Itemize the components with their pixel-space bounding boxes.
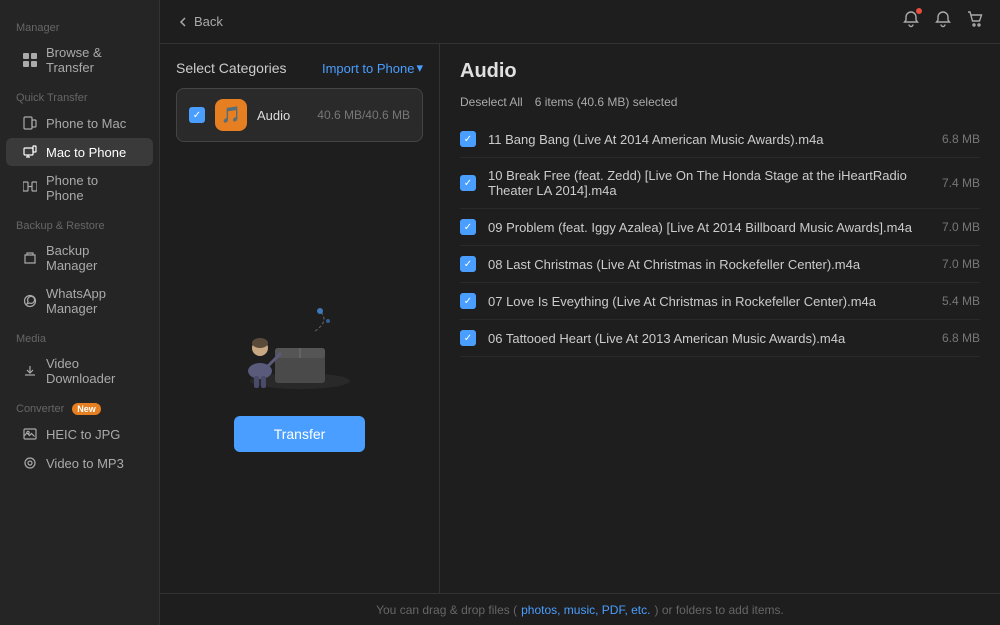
download-icon [22, 363, 38, 379]
section-label-media: Media [0, 323, 159, 349]
file-name-1: 10 Break Free (feat. Zedd) [Live On The … [488, 168, 918, 198]
categories-panel: Select Categories Import to Phone ▾ ✓ 🎵 … [160, 44, 440, 593]
file-item: ✓ 06 Tattooed Heart (Live At 2013 Americ… [460, 320, 980, 357]
sidebar-item-label: HEIC to JPG [46, 427, 120, 442]
category-name: Audio [257, 108, 307, 123]
file-size-2: 7.0 MB [930, 220, 980, 234]
section-label-converter: Converter New [0, 393, 159, 419]
file-size-5: 6.8 MB [930, 331, 980, 345]
audio-panel-title: Audio [460, 60, 980, 83]
import-btn-label: Import to Phone [322, 61, 415, 76]
sidebar-section-manager: Manager Browse & Transfer [0, 12, 159, 82]
back-label: Back [194, 14, 223, 29]
mac-phone-icon [22, 144, 38, 160]
file-name-5: 06 Tattooed Heart (Live At 2013 American… [488, 331, 918, 346]
sidebar-item-phone-to-phone[interactable]: Phone to Phone [6, 167, 153, 209]
file-item: ✓ 07 Love Is Eveything (Live At Christma… [460, 283, 980, 320]
sidebar-item-label: Backup Manager [46, 243, 137, 273]
audio-icon-circle: 🎵 [215, 99, 247, 131]
files-toolbar: Deselect All 6 items (40.6 MB) selected [460, 95, 980, 109]
sidebar-item-video-to-mp3[interactable]: Video to MP3 [6, 449, 153, 477]
file-name-4: 07 Love Is Eveything (Live At Christmas … [488, 294, 918, 309]
categories-header: Select Categories Import to Phone ▾ [176, 60, 423, 76]
file-name-3: 08 Last Christmas (Live At Christmas in … [488, 257, 918, 272]
audio-checkbox[interactable]: ✓ [189, 107, 205, 123]
category-size: 40.6 MB/40.6 MB [317, 108, 410, 122]
sidebar-section-converter: Converter New HEIC to JPG Video to MP3 [0, 393, 159, 478]
main-area: Back [160, 0, 1000, 625]
topbar: Back [160, 0, 1000, 44]
file-name-2: 09 Problem (feat. Iggy Azalea) [Live At … [488, 220, 918, 235]
section-label-manager: Manager [0, 12, 159, 38]
sidebar-section-media: Media Video Downloader [0, 323, 159, 393]
section-label-backup: Backup & Restore [0, 210, 159, 236]
file-checkbox-2[interactable]: ✓ [460, 219, 476, 235]
illustration-area: Transfer [176, 150, 423, 577]
bottom-bar: You can drag & drop files ( photos, musi… [160, 593, 1000, 625]
deselect-all-button[interactable]: Deselect All [460, 95, 523, 109]
bell-icon[interactable] [934, 10, 952, 33]
sidebar-item-heic-to-jpg[interactable]: HEIC to JPG [6, 420, 153, 448]
topbar-icons [902, 10, 984, 33]
transfer-button[interactable]: Transfer [234, 416, 366, 452]
sidebar-item-mac-to-phone[interactable]: Mac to Phone [6, 138, 153, 166]
sidebar-item-browse-transfer[interactable]: Browse & Transfer [6, 39, 153, 81]
file-size-3: 7.0 MB [930, 257, 980, 271]
file-size-4: 5.4 MB [930, 294, 980, 308]
back-button[interactable]: Back [176, 14, 223, 29]
transfer-illustration [220, 276, 380, 396]
sidebar-item-phone-to-mac[interactable]: Phone to Mac [6, 109, 153, 137]
file-checkbox-1[interactable]: ✓ [460, 175, 476, 191]
category-item-audio[interactable]: ✓ 🎵 Audio 40.6 MB/40.6 MB [176, 88, 423, 142]
sidebar-section-quick-transfer: Quick Transfer Phone to Mac Mac to Phone [0, 82, 159, 210]
backup-icon [22, 250, 38, 266]
file-item: ✓ 11 Bang Bang (Live At 2014 American Mu… [460, 121, 980, 158]
file-size-1: 7.4 MB [930, 176, 980, 190]
file-item: ✓ 09 Problem (feat. Iggy Azalea) [Live A… [460, 209, 980, 246]
sidebar-item-label: Mac to Phone [46, 145, 126, 160]
sidebar-item-label: Phone to Mac [46, 116, 126, 131]
sidebar-item-backup-manager[interactable]: Backup Manager [6, 237, 153, 279]
file-checkbox-3[interactable]: ✓ [460, 256, 476, 272]
sidebar-item-label: WhatsApp Manager [46, 286, 137, 316]
file-checkbox-4[interactable]: ✓ [460, 293, 476, 309]
sidebar-section-backup: Backup & Restore Backup Manager WhatsApp… [0, 210, 159, 323]
sidebar-item-label: Browse & Transfer [46, 45, 137, 75]
files-list: ✓ 11 Bang Bang (Live At 2014 American Mu… [460, 121, 980, 577]
section-label-quick-transfer: Quick Transfer [0, 82, 159, 108]
content-area: Select Categories Import to Phone ▾ ✓ 🎵 … [160, 44, 1000, 593]
sidebar-item-label: Video Downloader [46, 356, 137, 386]
chevron-down-icon: ▾ [416, 60, 423, 76]
bottom-link[interactable]: photos, music, PDF, etc. [521, 603, 650, 617]
sidebar: Manager Browse & Transfer Quick Transfer [0, 0, 160, 625]
phone-phone-icon [22, 180, 38, 196]
file-item: ✓ 08 Last Christmas (Live At Christmas i… [460, 246, 980, 283]
sidebar-item-label: Video to MP3 [46, 456, 124, 471]
sidebar-item-video-downloader[interactable]: Video Downloader [6, 350, 153, 392]
bottom-text-1: You can drag & drop files ( [376, 603, 517, 617]
sidebar-item-label: Phone to Phone [46, 173, 137, 203]
new-badge: New [72, 403, 101, 415]
file-item: ✓ 10 Break Free (feat. Zedd) [Live On Th… [460, 158, 980, 209]
file-name-0: 11 Bang Bang (Live At 2014 American Musi… [488, 132, 918, 147]
import-to-phone-button[interactable]: Import to Phone ▾ [322, 60, 423, 76]
file-checkbox-5[interactable]: ✓ [460, 330, 476, 346]
notification-icon[interactable] [902, 10, 920, 33]
video-mp3-icon [22, 455, 38, 471]
whatsapp-icon [22, 293, 38, 309]
selection-info: 6 items (40.6 MB) selected [535, 95, 678, 109]
bottom-text-2: ) or folders to add items. [654, 603, 783, 617]
heic-icon [22, 426, 38, 442]
file-checkbox-0[interactable]: ✓ [460, 131, 476, 147]
grid-icon [22, 52, 38, 68]
sidebar-item-whatsapp-manager[interactable]: WhatsApp Manager [6, 280, 153, 322]
files-panel: Audio Deselect All 6 items (40.6 MB) sel… [440, 44, 1000, 593]
categories-title: Select Categories [176, 60, 287, 76]
file-size-0: 6.8 MB [930, 132, 980, 146]
phone-mac-icon [22, 115, 38, 131]
cart-icon[interactable] [966, 10, 984, 33]
